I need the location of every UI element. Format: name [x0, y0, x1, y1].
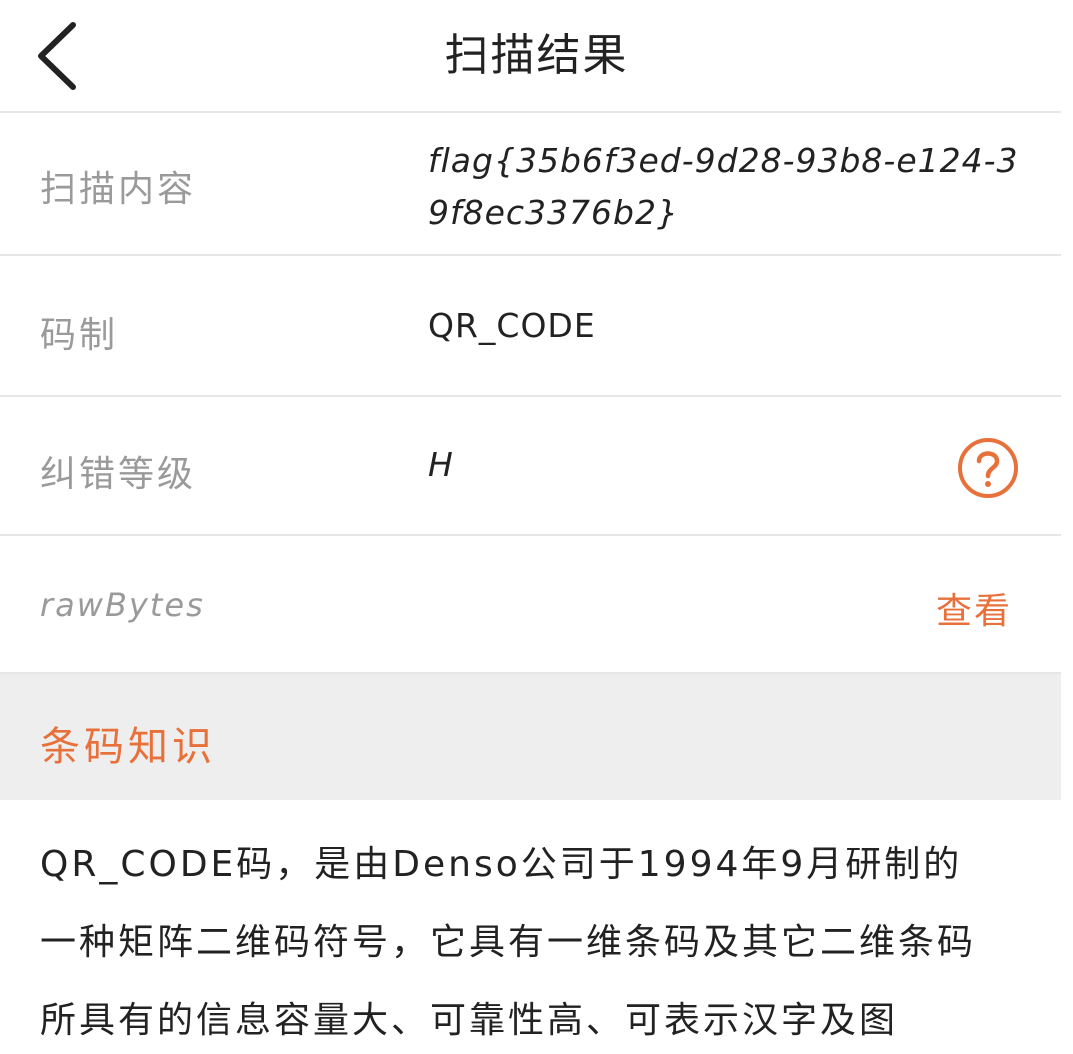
barcode-knowledge-text: QR_CODE码，是由Denso公司于1994年9月研制的一种矩阵二维码符号，它… — [40, 844, 977, 1041]
symbology-value: QR_CODE — [428, 306, 596, 345]
symbology-row: 码制 QR_CODE — [0, 256, 1061, 397]
top-bar: 扫描结果 — [0, 0, 1073, 112]
raw-bytes-row: rawBytes 查看 — [0, 536, 1061, 674]
symbology-label: 码制 — [40, 315, 119, 356]
page-title: 扫描结果 — [444, 30, 629, 81]
error-correction-label: 纠错等级 — [40, 454, 197, 495]
error-correction-row: 纠错等级 H — [0, 397, 1061, 536]
scan-content-value[interactable]: flag{35b6f3ed-9d28-93b8-e124-39f8ec3376b… — [428, 135, 1028, 239]
scan-content-row: 扫描内容 flag{35b6f3ed-9d28-93b8-e124-39f8ec… — [0, 113, 1061, 256]
barcode-knowledge-header: 条码知识 — [0, 674, 1061, 800]
question-circle-icon[interactable] — [957, 437, 1019, 499]
error-correction-value: H — [428, 445, 454, 484]
barcode-knowledge-title: 条码知识 — [40, 724, 216, 770]
raw-bytes-label: rawBytes — [40, 586, 205, 624]
scan-content-label: 扫描内容 — [40, 169, 197, 210]
view-raw-bytes-button[interactable]: 查看 — [936, 582, 1012, 634]
scan-result-page: 扫描结果 扫描内容 flag{35b6f3ed-9d28-93b8-e124-3… — [0, 0, 1073, 1054]
